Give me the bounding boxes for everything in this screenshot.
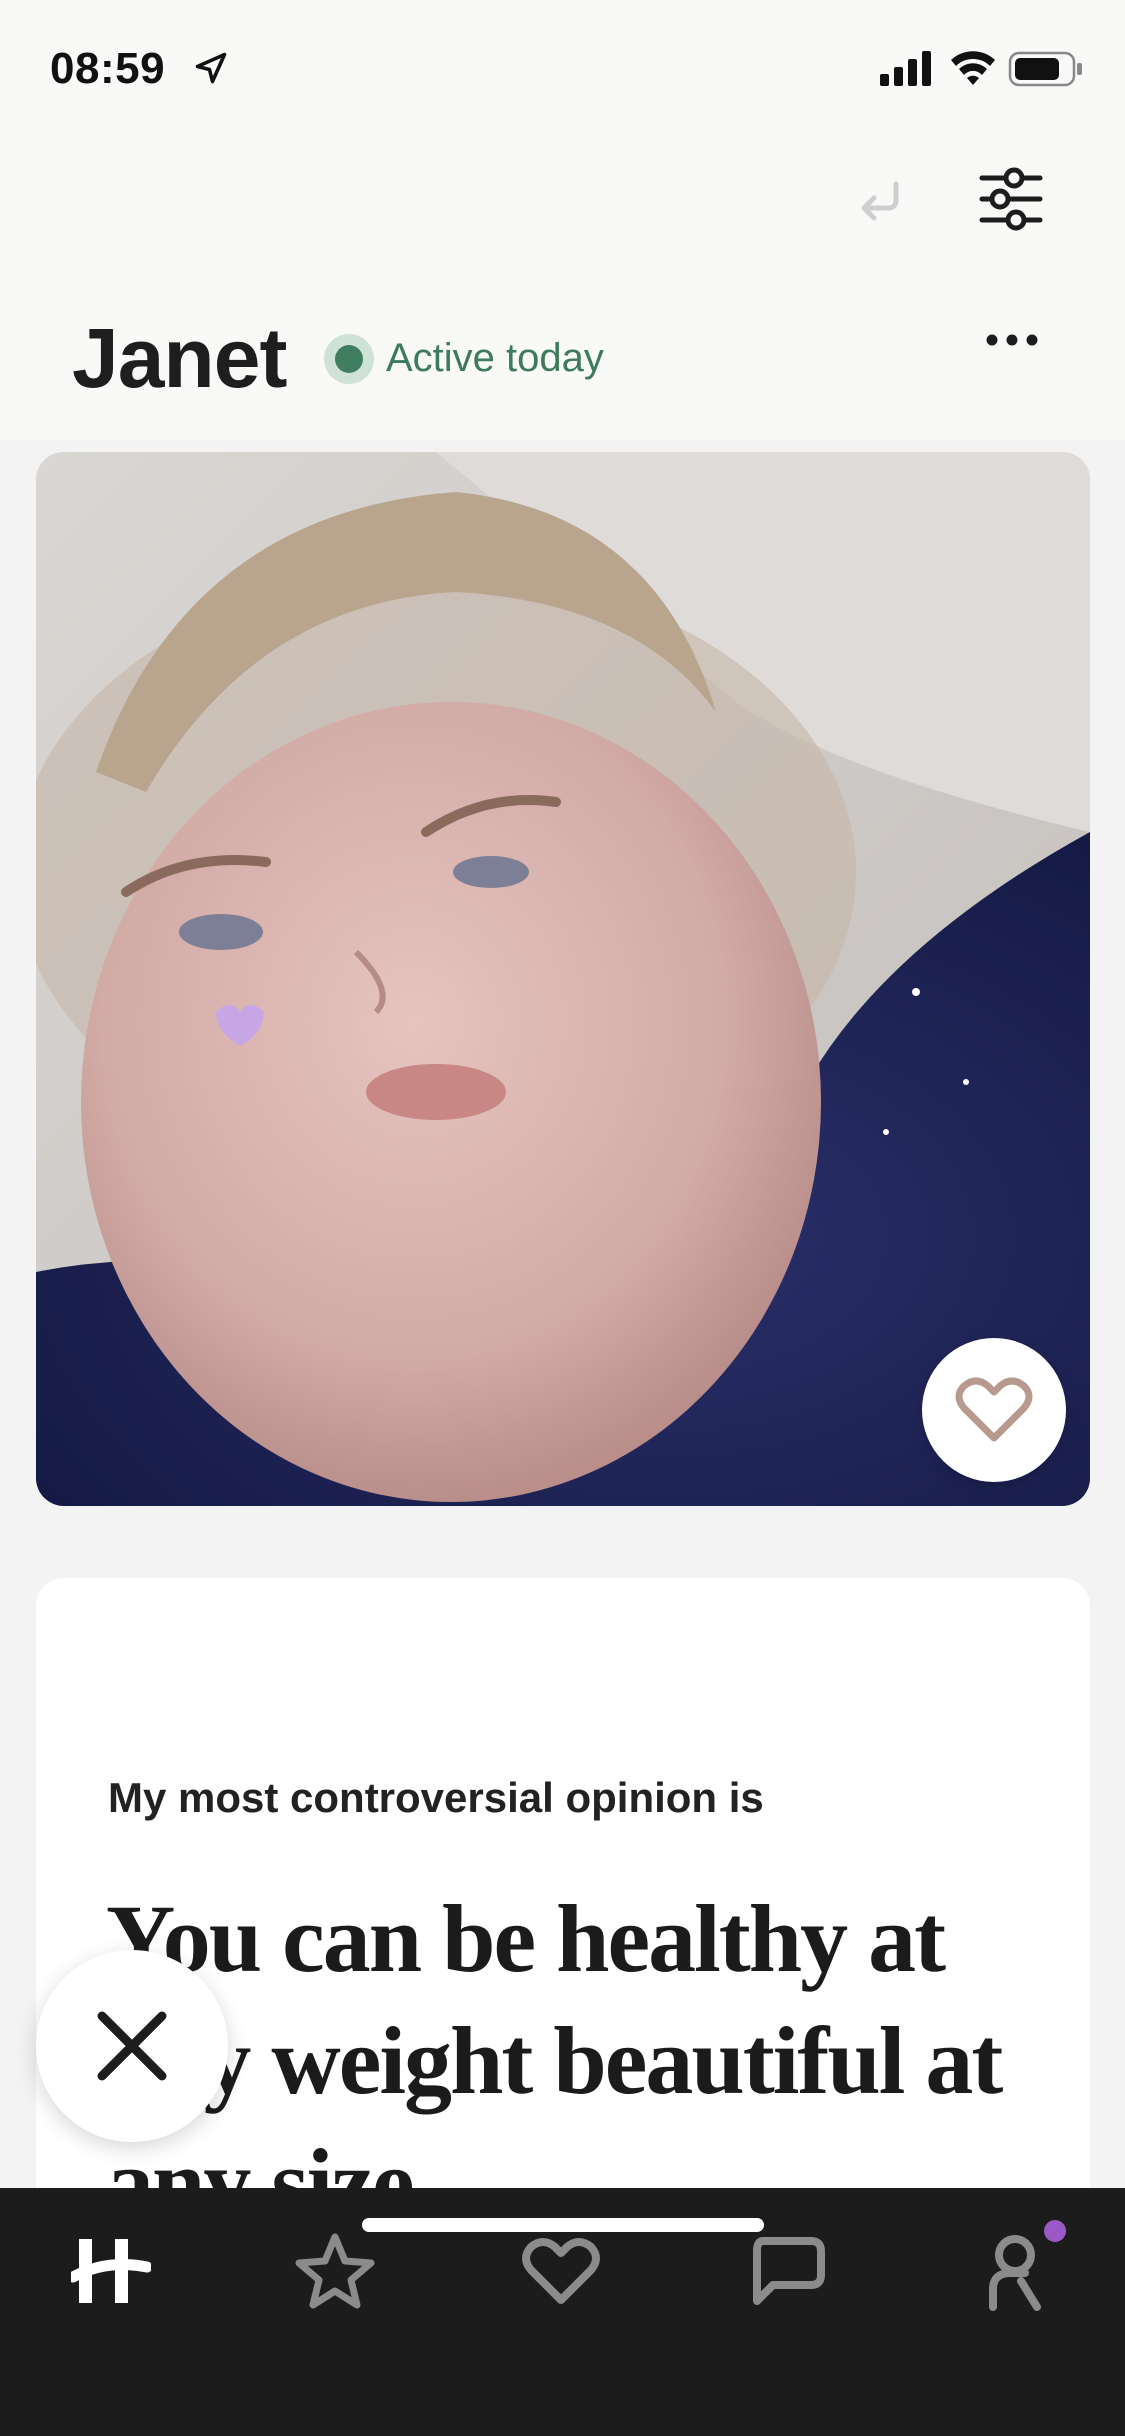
skip-button[interactable] [36,1950,228,2142]
photo-image [36,452,1090,1506]
filter-sliders-icon[interactable] [976,164,1046,234]
like-photo-button[interactable] [922,1338,1066,1482]
notification-dot [1044,2220,1066,2242]
wifi-icon [951,51,995,85]
active-status-text: Active today [386,336,604,380]
top-navigation [0,140,1125,310]
status-time: 08:59 [50,44,166,93]
tab-standouts[interactable] [290,2226,380,2316]
cellular-signal-icon [880,51,931,86]
heart-icon [955,1377,1033,1442]
chat-bubble-icon [753,2237,825,2305]
person-icon [989,2235,1041,2311]
star-icon [295,2233,375,2309]
tab-matches[interactable] [742,2226,832,2316]
prompt-card: My most controversial opinion is You can… [36,1578,1090,2278]
undo-icon[interactable] [852,170,912,230]
tab-home[interactable] [66,2226,156,2316]
home-indicator [362,2218,764,2232]
profile-header: Janet Active today [0,290,1125,440]
profile-photo[interactable] [36,452,1090,1506]
hinge-logo-icon [71,2239,151,2303]
location-arrow-icon [195,52,227,84]
prompt-question: My most controversial opinion is [108,1774,764,1821]
status-bar: 08:59 [0,0,1125,140]
tab-likes-you[interactable] [516,2226,606,2316]
heart-icon [522,2238,600,2304]
app-screen: 08:59 Janet Active today My most controv… [0,0,1125,2436]
active-status-dot-icon [324,334,374,384]
close-x-icon [97,2011,167,2081]
more-dots-icon[interactable] [982,330,1042,350]
battery-icon [1008,51,1082,87]
profile-name: Janet [72,311,287,405]
